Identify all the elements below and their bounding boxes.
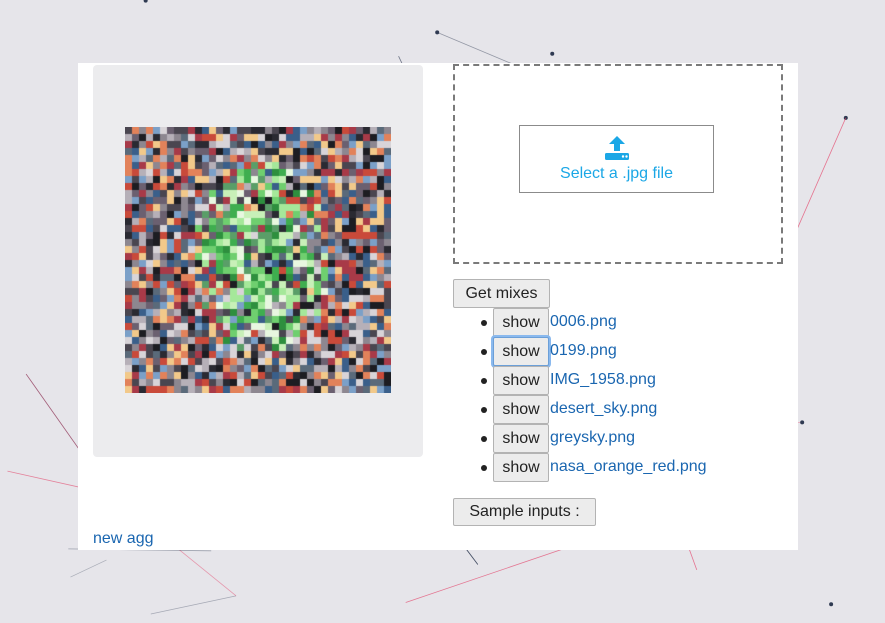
network-node: [550, 51, 555, 56]
show-button[interactable]: show: [493, 366, 549, 395]
bullet: [481, 465, 487, 471]
bullet: [481, 320, 487, 326]
bullet: [481, 349, 487, 355]
mix-link[interactable]: greysky.png: [550, 429, 635, 447]
bullet: [481, 407, 487, 413]
mix-link[interactable]: 0006.png: [550, 313, 617, 331]
main-panel: Select a .jpg file Get mixes show 0006.p…: [78, 63, 798, 550]
show-button[interactable]: show: [493, 337, 549, 366]
select-file-label: Select a .jpg file: [560, 165, 673, 182]
mix-link[interactable]: 0199.png: [550, 342, 617, 360]
get-mixes-button[interactable]: Get mixes: [453, 279, 550, 308]
network-node: [143, 0, 148, 3]
sample-inputs-button[interactable]: Sample inputs :: [453, 498, 596, 526]
show-button[interactable]: show: [493, 453, 549, 482]
select-file-button[interactable]: Select a .jpg file: [519, 125, 714, 193]
mix-link[interactable]: desert_sky.png: [550, 400, 657, 418]
upload-icon: [604, 136, 629, 160]
show-button[interactable]: show: [493, 308, 549, 337]
network-node: [800, 420, 805, 425]
new-agg-link[interactable]: new agg: [93, 530, 154, 548]
show-button[interactable]: show: [493, 424, 549, 453]
network-node: [435, 30, 440, 35]
network-line: [150, 595, 237, 615]
network-node: [829, 602, 834, 607]
network-line: [405, 541, 585, 603]
mosaic-preview-box: [93, 65, 423, 457]
network-line: [70, 559, 107, 578]
mix-link[interactable]: IMG_1958.png: [550, 371, 656, 389]
show-button[interactable]: show: [493, 395, 549, 424]
mix-link[interactable]: nasa_orange_red.png: [550, 458, 707, 476]
bullet: [481, 436, 487, 442]
bullet: [481, 378, 487, 384]
upload-dropzone[interactable]: Select a .jpg file: [453, 64, 783, 264]
mosaic-image: [125, 127, 391, 393]
